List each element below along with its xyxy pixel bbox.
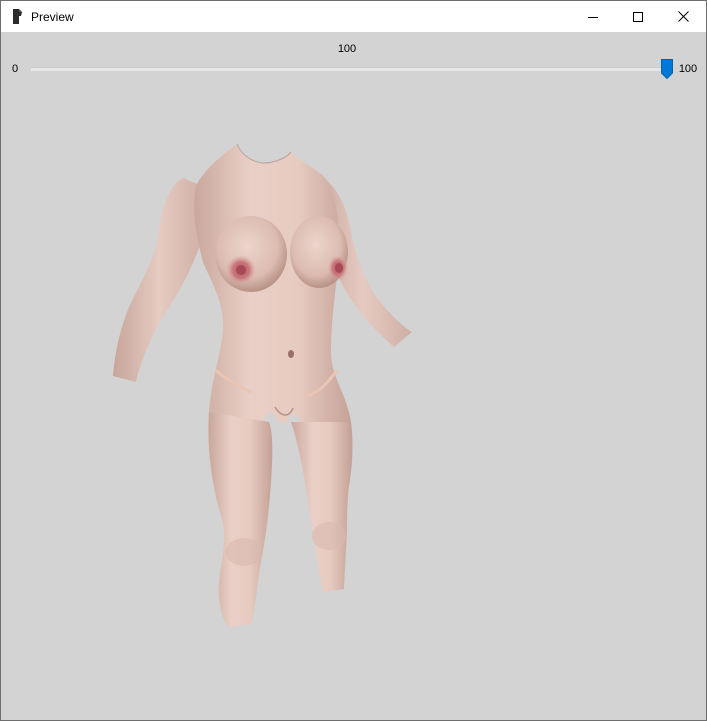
app-icon: [13, 9, 22, 24]
maximize-icon: [633, 11, 643, 22]
right-leg: [291, 422, 352, 592]
morph-slider-panel: 100 0 100: [1, 32, 706, 92]
slider-value-label: 100: [337, 43, 357, 55]
body-mesh-render: [113, 143, 412, 627]
left-leg: [208, 412, 273, 627]
slider-min-label: 0: [11, 63, 19, 75]
slider-thumb[interactable]: [661, 59, 673, 79]
slider-max-label: 100: [678, 63, 698, 75]
close-button[interactable]: [660, 1, 706, 32]
maximize-button[interactable]: [615, 1, 661, 32]
slider-track[interactable]: [31, 67, 667, 71]
left-arm: [113, 178, 206, 382]
window-title: Preview: [31, 10, 74, 24]
close-icon: [677, 11, 689, 22]
minimize-button[interactable]: [570, 1, 616, 32]
preview-window: Preview 100 0 100: [0, 0, 707, 721]
title-bar[interactable]: Preview: [1, 1, 706, 32]
minimize-icon: [588, 16, 598, 18]
preview-viewport[interactable]: [1, 92, 706, 720]
